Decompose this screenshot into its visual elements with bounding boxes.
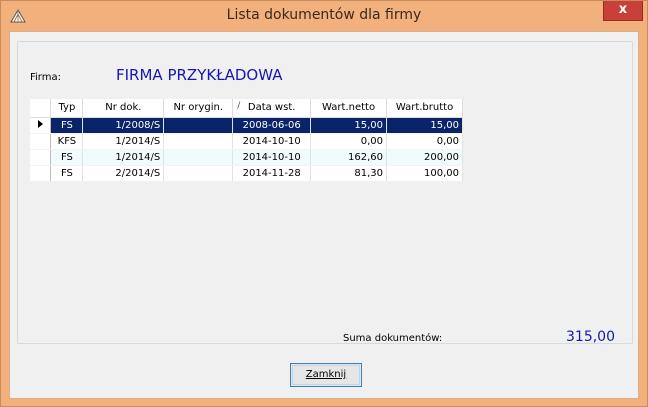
cell-wart-netto[interactable]: 81,30	[310, 165, 388, 182]
firma-name: FIRMA PRZYKŁADOWA	[116, 66, 283, 84]
window-title: Lista dokumentów dla firmy	[226, 7, 422, 23]
sort-indicator-icon: /	[237, 101, 241, 111]
column-header-wart-brutto[interactable]: Wart.brutto	[386, 99, 463, 118]
sum-label: Suma dokumentów:	[343, 333, 443, 344]
title-bar[interactable]: Lista dokumentów dla firmy x	[1, 1, 647, 31]
column-header-wart-netto[interactable]: Wart.netto	[310, 99, 388, 118]
documents-grid[interactable]: Typ Nr dok. Nr orygin. / Data wst. Wart.…	[30, 99, 463, 187]
table-row[interactable]: FS 2/2014/S 2014-11-28 81,30 100,00	[30, 165, 463, 182]
close-button[interactable]: Zamknij	[290, 363, 362, 387]
firma-label: Firma:	[30, 72, 61, 83]
cell-nr-dok[interactable]: 1/2014/S	[82, 149, 165, 166]
cell-wart-netto[interactable]: 162,60	[310, 149, 388, 166]
cell-wart-brutto[interactable]: 200,00	[386, 149, 463, 166]
close-window-button[interactable]: x	[603, 1, 643, 21]
cell-nr-orygin[interactable]	[163, 133, 234, 150]
dialog-client-area: Firma: FIRMA PRZYKŁADOWA Typ Nr dok. Nr …	[9, 31, 639, 399]
current-row-arrow-icon	[37, 119, 43, 128]
cell-typ[interactable]: KFS	[50, 133, 84, 150]
cell-wart-brutto[interactable]: 0,00	[386, 133, 463, 150]
column-header-data-wst-label: Data wst.	[247, 102, 296, 114]
cell-nr-dok[interactable]: 2/2014/S	[82, 165, 165, 182]
cell-nr-orygin[interactable]	[163, 149, 234, 166]
cell-wart-brutto[interactable]: 100,00	[386, 165, 463, 182]
column-header-typ[interactable]: Typ	[50, 99, 84, 118]
column-header-nr-orygin[interactable]: Nr orygin.	[163, 99, 234, 118]
cell-wart-brutto[interactable]: 15,00	[386, 117, 463, 134]
row-indicator	[30, 165, 52, 182]
cell-nr-orygin[interactable]	[163, 117, 234, 134]
indicator-header	[30, 99, 52, 118]
cell-nr-dok[interactable]: 1/2008/S	[82, 117, 165, 134]
cell-nr-orygin[interactable]	[163, 165, 234, 182]
table-row[interactable]: KFS 1/2014/S 2014-10-10 0,00 0,00	[30, 133, 463, 150]
dialog-window: Lista dokumentów dla firmy x Firma: FIRM…	[0, 0, 648, 407]
cell-typ[interactable]: FS	[50, 149, 84, 166]
sum-value: 315,00	[566, 329, 615, 345]
cell-wart-netto[interactable]: 0,00	[310, 133, 388, 150]
cell-data-wst[interactable]: 2014-11-28	[232, 165, 312, 182]
cell-data-wst[interactable]: 2014-10-10	[232, 133, 312, 150]
close-icon: x	[618, 2, 628, 17]
cell-data-wst[interactable]: 2008-06-06	[232, 117, 312, 134]
table-row[interactable]: FS 1/2008/S 2008-06-06 15,00 15,00	[30, 117, 463, 134]
row-indicator	[30, 149, 52, 166]
row-indicator	[30, 117, 52, 134]
close-button-label: Zamknij	[305, 369, 347, 380]
cell-typ[interactable]: FS	[50, 117, 84, 134]
column-header-data-wst[interactable]: / Data wst.	[232, 99, 312, 118]
column-header-nr-dok[interactable]: Nr dok.	[82, 99, 165, 118]
cell-wart-netto[interactable]: 15,00	[310, 117, 388, 134]
cell-nr-dok[interactable]: 1/2014/S	[82, 133, 165, 150]
cell-typ[interactable]: FS	[50, 165, 84, 182]
documents-table: Typ Nr dok. Nr orygin. / Data wst. Wart.…	[30, 99, 463, 182]
table-row[interactable]: FS 1/2014/S 2014-10-10 162,60 200,00	[30, 149, 463, 166]
content-group: Firma: FIRMA PRZYKŁADOWA Typ Nr dok. Nr …	[17, 41, 633, 345]
row-indicator	[30, 133, 52, 150]
table-header-row: Typ Nr dok. Nr orygin. / Data wst. Wart.…	[30, 99, 463, 118]
cell-data-wst[interactable]: 2014-10-10	[232, 149, 312, 166]
